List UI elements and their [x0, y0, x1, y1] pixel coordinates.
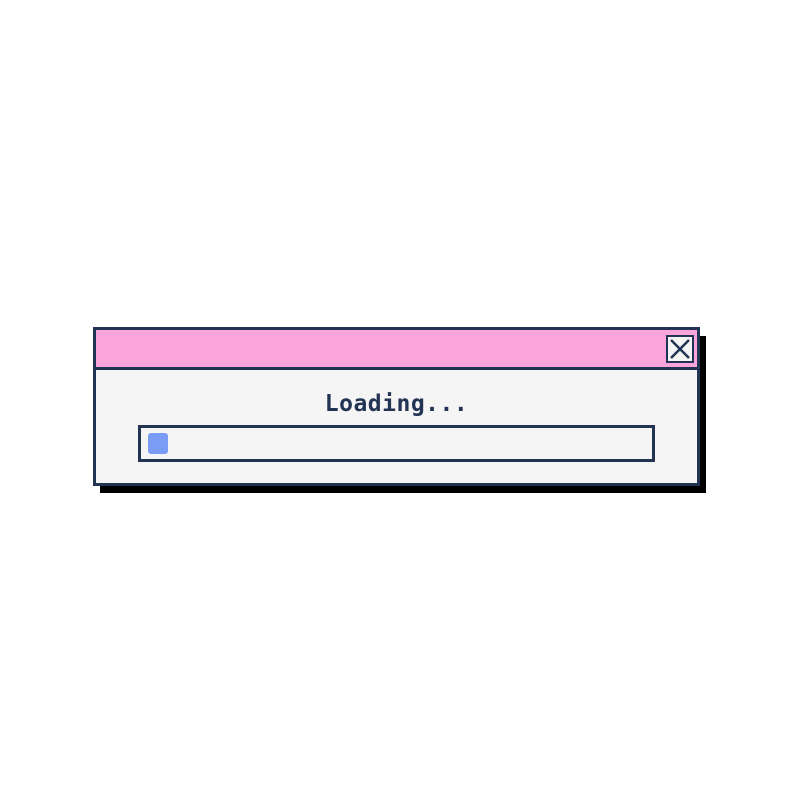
close-x-icon — [670, 339, 690, 359]
title-bar[interactable] — [96, 330, 697, 370]
loading-message: Loading... — [324, 391, 469, 417]
close-button[interactable] — [666, 335, 694, 363]
progress-fill — [148, 433, 168, 454]
progress-bar — [138, 425, 655, 462]
loading-dialog: Loading... — [93, 327, 700, 486]
desktop: Loading... — [0, 0, 800, 800]
